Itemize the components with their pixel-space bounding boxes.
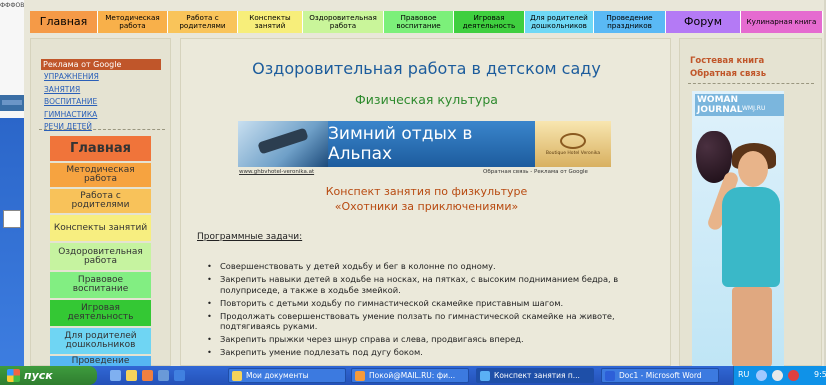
ad-link[interactable]: РЕЧИ ДЕТЕЙ (44, 121, 99, 134)
banner-url-link[interactable]: www.ghbvhotel-veronika.at (239, 169, 314, 175)
divider (688, 83, 814, 84)
windows-logo-icon (7, 369, 20, 382)
woman-journal-ad[interactable]: WOMAN JOURNAL WMJ.RU (692, 91, 784, 367)
taskbar-button[interactable]: Покой@MAIL.RU: фи... (351, 368, 469, 383)
taskbar-button-label: Мои документы (246, 371, 309, 380)
task-list: Совершенствовать у детей ходьбу и бег в … (207, 261, 652, 360)
ad-link[interactable]: ГИМНАСТИКА (44, 109, 99, 122)
app-icon (605, 371, 615, 381)
screen: ФФФОВ Главная Методическая работа Работа с… (0, 0, 826, 385)
top-menu: Главная Методическая работа Работа с родит… (30, 11, 823, 33)
network-icon[interactable] (756, 370, 767, 381)
desktop-fragment-bar (2, 100, 22, 105)
ad-link[interactable]: УПРАЖНЕНИЯ (44, 71, 99, 84)
banner-hotel-logo: Boutique Hotel Veronika (535, 121, 611, 167)
desktop-left-edge: ФФФОВ (0, 0, 24, 366)
left-column: Реклама от Google УПРАЖНЕНИЯ ЗАНЯТИЯ ВОСПИ… (30, 38, 171, 367)
page-subtitle: Физическая культура (355, 92, 498, 107)
lesson-title: Конспект занятия по физкультуре (325, 185, 528, 198)
banner-ski-image (238, 121, 328, 167)
skier-shape (257, 127, 309, 155)
top-menu-item[interactable]: Для родителей дошкольников (525, 11, 594, 33)
top-menu-item[interactable]: Конспекты занятий (238, 11, 303, 33)
woman-head (738, 151, 768, 187)
system-tray: RU 9:5 (733, 366, 826, 385)
top-menu-item[interactable]: Работа с родителями (168, 11, 238, 33)
desktop-icon[interactable] (3, 210, 21, 228)
ad-link[interactable]: ЗАНЯТИЯ (44, 84, 99, 97)
top-menu-item[interactable]: Форум (666, 11, 741, 33)
task-item: Совершенствовать у детей ходьбу и бег в … (207, 261, 652, 272)
quick-launch-icon[interactable] (158, 370, 169, 381)
ad-link[interactable]: ВОСПИТАНИЕ (44, 96, 99, 109)
left-menu-item[interactable]: Главная (50, 136, 151, 161)
taskbar: пуск Мои документы Покой@MAIL.RU: фи... Ко… (0, 366, 826, 385)
clock[interactable]: 9:5 (814, 370, 826, 379)
banner-text: Зимний отдых в Альпах (328, 121, 535, 167)
start-label: пуск (24, 369, 53, 382)
hotel-logo-text: Boutique Hotel Veronika (545, 150, 601, 156)
left-menu-item[interactable]: Методическая работа (50, 163, 151, 187)
quick-launch-icon[interactable] (126, 370, 137, 381)
top-menu-item[interactable]: Оздоровительная работа (303, 11, 384, 33)
feedback-link[interactable]: Обратная связь (690, 69, 766, 79)
desktop-background (0, 118, 24, 366)
main-content: Оздоровительная работа в детском саду Фи… (180, 38, 671, 366)
woman-legs (732, 287, 772, 367)
quick-launch-icon[interactable] (174, 370, 185, 381)
language-indicator[interactable]: RU (738, 370, 749, 379)
google-ads-label[interactable]: Реклама от Google (41, 59, 161, 70)
woman-body (722, 187, 780, 287)
left-menu-item[interactable]: Игровая деятельность (50, 300, 151, 326)
start-button[interactable]: пуск (0, 366, 97, 385)
desktop-stub-text: ФФФОВ (0, 2, 25, 9)
guestbook-link[interactable]: Гостевая книга (690, 56, 764, 66)
task-item: Закрепить умение подлезать под дугу боко… (207, 347, 652, 358)
top-menu-item[interactable]: Проведение праздников (594, 11, 666, 33)
taskbar-button[interactable]: Конспект занятия п... (476, 368, 594, 383)
ad-links: УПРАЖНЕНИЯ ЗАНЯТИЯ ВОСПИТАНИЕ ГИМНАСТИКА РЕЧ… (44, 71, 99, 134)
top-menu-item[interactable]: Методическая работа (98, 11, 168, 33)
quick-launch-icon[interactable] (142, 370, 153, 381)
right-column: Гостевая книга Обратная связь WOMAN JOUR… (679, 38, 822, 367)
lesson-subtitle: «Охотники за приключениями» (334, 200, 519, 213)
quick-launch-icon[interactable] (110, 370, 121, 381)
ad-brand-url: WMJ.RU (742, 105, 766, 112)
task-item: Закрепить навыки детей в ходьбе на носка… (207, 274, 652, 295)
taskbar-button-label: Конспект занятия п... (494, 371, 580, 380)
app-icon (355, 371, 365, 381)
ad-banner[interactable]: Зимний отдых в Альпах Boutique Hotel Ver… (238, 121, 611, 167)
antivirus-icon[interactable] (788, 370, 799, 381)
top-menu-item[interactable]: Правовое воспитание (384, 11, 454, 33)
task-item: Продолжать совершенствовать умение полза… (207, 311, 652, 332)
top-menu-item[interactable]: Главная (30, 11, 98, 33)
left-menu-item[interactable]: Оздоровительная работа (50, 243, 151, 270)
ad-brand: WOMAN JOURNAL (695, 94, 784, 116)
page-title: Оздоровительная работа в детском саду (252, 59, 601, 78)
hotel-logo-icon (560, 132, 586, 149)
banner-feedback-link[interactable]: Обратная связь - Реклама от Google (483, 169, 588, 175)
left-menu-item[interactable]: Для родителей дошкольников (50, 328, 151, 354)
taskbar-button-label: Покой@MAIL.RU: фи... (369, 371, 456, 380)
taskbar-button[interactable]: Мои документы (228, 368, 346, 383)
top-menu-item[interactable]: Игровая деятельность (454, 11, 525, 33)
volume-icon[interactable] (772, 370, 783, 381)
top-menu-item[interactable]: Кулинарная книга (741, 11, 823, 33)
left-menu-item[interactable]: Работа с родителями (50, 189, 151, 213)
taskbar-button-label: Doc1 - Microsoft Word (619, 371, 702, 380)
program-heading: Программные задачи: (197, 232, 303, 242)
divider (39, 129, 165, 130)
left-menu-item[interactable]: Правовое воспитание (50, 272, 151, 298)
left-menu-item[interactable]: Конспекты занятий (50, 215, 151, 241)
taskbar-button[interactable]: Doc1 - Microsoft Word (601, 368, 719, 383)
app-icon (480, 371, 490, 381)
app-icon (232, 371, 242, 381)
task-item: Закрепить прыжки через шнур справа и сле… (207, 334, 652, 345)
task-item: Повторить с детьми ходьбу по гимнастичес… (207, 298, 652, 309)
